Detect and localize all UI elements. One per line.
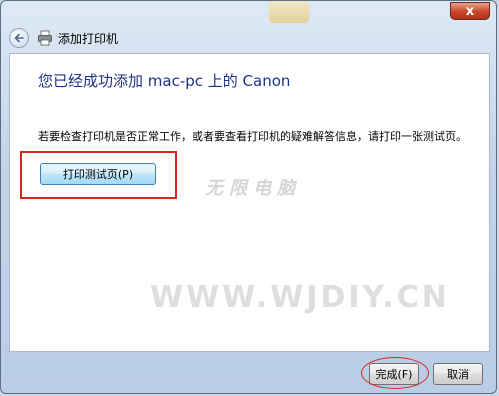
- wizard-nav-bar: 添加打印机: [9, 27, 118, 49]
- wizard-title: 添加打印机: [58, 31, 119, 46]
- title-bar-accent: [269, 1, 309, 23]
- page-title: 您已经成功添加 mac-pc 上的 Canon: [38, 72, 291, 90]
- add-printer-window: x 添加打印机 您已经成功添加 mac-pc 上的 Canon 若要检查打印机是…: [0, 0, 497, 394]
- back-arrow-icon: [14, 33, 24, 43]
- printer-icon: [38, 30, 52, 46]
- close-button[interactable]: x: [450, 2, 490, 20]
- wizard-content-panel: 您已经成功添加 mac-pc 上的 Canon 若要检查打印机是否正常工作，或者…: [9, 53, 490, 352]
- back-button[interactable]: [9, 28, 29, 48]
- watermark-text: WWW.WJDIY.CN: [150, 280, 450, 315]
- instruction-text: 若要检查打印机是否正常工作，或者要查看打印机的疑难解答信息，请打印一张测试页。: [38, 130, 467, 143]
- print-test-page-button[interactable]: 打印测试页(P): [40, 163, 156, 185]
- watermark-text-cn: 无限电脑: [205, 178, 301, 199]
- finish-highlight-ellipse: [361, 357, 429, 389]
- cancel-button[interactable]: 取消: [433, 363, 483, 385]
